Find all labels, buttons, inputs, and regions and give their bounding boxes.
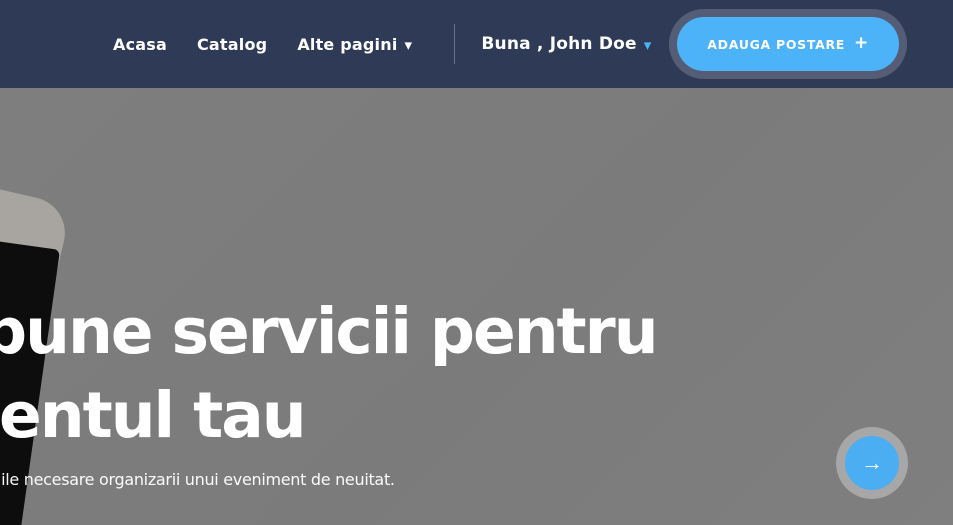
chevron-down-icon: ▾ [404,35,413,54]
page: Acasa Catalog Alte pagini ▾ Buna , John … [0,0,953,525]
nav-link-alte-pagini-label: Alte pagini [297,34,398,54]
plus-icon: + [854,32,869,53]
nav-divider [454,24,456,64]
next-arrow-button[interactable]: → [845,436,899,490]
nav-right: Buna , John Doe ▾ ADAUGA POSTARE + [481,17,907,71]
arrow-right-icon: → [861,450,883,475]
user-greeting: Buna , John Doe [481,34,637,54]
nav-link-alte-pagini[interactable]: Alte pagini ▾ [297,35,412,54]
top-navbar: Acasa Catalog Alte pagini ▾ Buna , John … [0,0,953,88]
chevron-down-icon: ▾ [643,35,652,54]
hero-title-line1: bune servicii pentru [0,295,659,368]
add-post-button[interactable]: ADAUGA POSTARE + [677,17,899,71]
nav-link-catalog[interactable]: Catalog [197,35,267,54]
main-nav: Acasa Catalog Alte pagini ▾ [113,24,456,64]
hero-title: bune servicii pentru entul tau [0,290,659,458]
hero-title-line2: entul tau [0,379,307,452]
add-post-button-label: ADAUGA POSTARE [707,36,846,52]
hero-section: bune servicii pentru entul tau iile nece… [0,88,953,525]
user-menu-dropdown[interactable]: Buna , John Doe ▾ [481,34,651,54]
hero-subtitle: iile necesare organizarii unui eveniment… [0,470,395,489]
nav-link-acasa[interactable]: Acasa [113,35,167,54]
